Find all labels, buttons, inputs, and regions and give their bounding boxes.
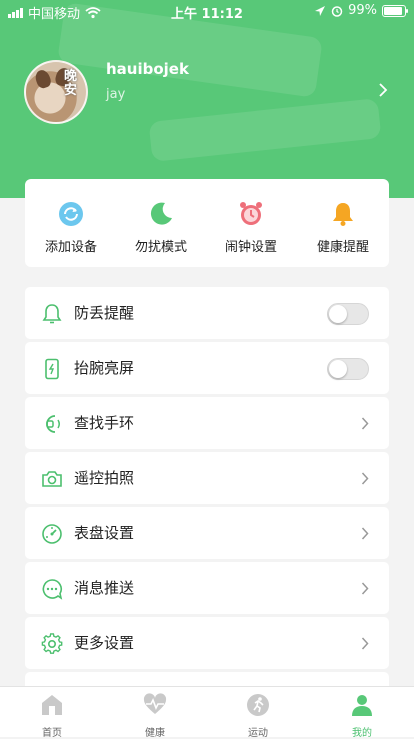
profile-header: 中国移动 上午 11:12 99% 晚安 hauibojek jay [0, 0, 414, 198]
profile-card[interactable]: 晚安 hauibojek jay [24, 60, 394, 124]
setting-row-more-settings[interactable]: 更多设置 [25, 617, 389, 669]
avatar[interactable]: 晚安 [24, 60, 88, 124]
alarm-status-icon [331, 5, 343, 17]
dial-icon [42, 524, 62, 544]
setting-label: 遥控拍照 [74, 469, 135, 487]
tab-label: 首页 [42, 728, 62, 739]
tab-sport[interactable]: 运动 [218, 693, 298, 739]
setting-label: 更多设置 [74, 634, 135, 652]
person-icon [352, 695, 372, 716]
setting-label: 抬腕亮屏 [74, 359, 135, 377]
quick-action-label: 闹钟设置 [224, 240, 277, 255]
tab-label: 健康 [145, 728, 165, 739]
tab-mine[interactable]: 我的 [322, 693, 402, 739]
alarm-clock-icon [240, 202, 262, 225]
quick-action-add-device[interactable]: 添加设备 [31, 201, 111, 255]
location-icon [315, 5, 326, 16]
setting-row-notifications[interactable]: 消息推送 [25, 562, 389, 614]
tab-label: 我的 [352, 728, 372, 739]
setting-row-partial [25, 672, 389, 686]
runner-icon [247, 694, 269, 716]
bell-icon [333, 203, 353, 226]
setting-label: 消息推送 [74, 579, 135, 597]
avatar-caption: 晚安 [64, 69, 78, 98]
username: hauibojek [106, 60, 189, 78]
bell-outline-icon [42, 304, 62, 324]
setting-label: 表盘设置 [74, 524, 135, 542]
setting-row-find-band[interactable]: 查找手环 [25, 397, 389, 449]
quick-action-label: 添加设备 [44, 240, 97, 255]
chevron-right-icon [361, 637, 369, 650]
chevron-right-icon [361, 472, 369, 485]
battery-icon [382, 4, 408, 17]
quick-action-alarm[interactable]: 闹钟设置 [211, 201, 291, 255]
quick-action-label: 勿扰模式 [134, 240, 187, 255]
setting-row-raise-wrist[interactable]: 抬腕亮屏 [25, 342, 389, 394]
status-bar: 中国移动 上午 11:12 99% [0, 0, 414, 22]
tab-bar: 首页 健康 运动 我的 [0, 686, 414, 739]
raise-wrist-toggle[interactable] [327, 358, 369, 380]
find-band-icon [46, 415, 60, 433]
tab-home[interactable]: 首页 [12, 693, 92, 739]
quick-action-dnd[interactable]: 勿扰模式 [121, 201, 201, 255]
setting-label: 防丢提醒 [74, 304, 135, 322]
home-icon [42, 695, 62, 715]
quick-actions-card: 添加设备 勿扰模式 闹钟设置 健康提醒 [25, 179, 389, 267]
tab-label: 运动 [248, 728, 268, 739]
moon-icon [150, 202, 172, 225]
battery-percent: 99% [348, 3, 377, 18]
chevron-right-icon [361, 582, 369, 595]
anti-lost-toggle[interactable] [327, 303, 369, 325]
message-icon [42, 579, 63, 600]
setting-label: 查找手环 [74, 414, 135, 432]
wrist-screen-icon [45, 358, 59, 380]
setting-row-anti-lost[interactable]: 防丢提醒 [25, 287, 389, 339]
setting-row-watch-face[interactable]: 表盘设置 [25, 507, 389, 559]
quick-action-health-reminder[interactable]: 健康提醒 [303, 201, 383, 255]
quick-action-label: 健康提醒 [316, 240, 369, 255]
gear-icon [41, 633, 63, 654]
chevron-right-icon [361, 527, 369, 540]
heart-icon [143, 693, 167, 714]
refresh-device-icon [59, 202, 83, 226]
tab-health[interactable]: 健康 [115, 693, 195, 739]
nickname: jay [106, 87, 126, 102]
camera-icon [42, 471, 62, 487]
chevron-right-icon[interactable] [378, 83, 388, 97]
setting-row-remote-camera[interactable]: 遥控拍照 [25, 452, 389, 504]
chevron-right-icon [361, 417, 369, 430]
